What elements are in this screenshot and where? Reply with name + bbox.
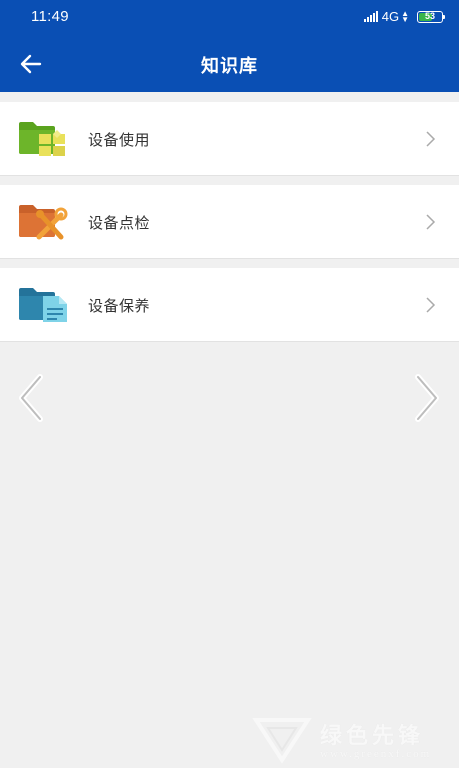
list-item-label: 设备使用	[88, 131, 151, 149]
watermark-text: 绿色先锋	[320, 724, 425, 749]
page-title: 知识库	[201, 56, 258, 77]
list-item-device-maintenance[interactable]: 设备保养	[0, 268, 459, 342]
watermark: 绿色先锋 www.greenxf.com	[250, 712, 455, 768]
folder-grid-icon	[19, 122, 65, 156]
watermark-url: www.greenxf.com	[320, 748, 432, 760]
battery-icon: 53	[417, 10, 445, 23]
status-indicators: 4G ▲ ▼ 53	[363, 8, 445, 24]
app-bar: 知识库	[0, 35, 459, 92]
chevron-left-icon[interactable]	[14, 373, 48, 423]
list-item-label: 设备点检	[88, 214, 151, 232]
folder-document-icon	[19, 288, 67, 322]
chevron-right-icon[interactable]	[410, 373, 444, 423]
list-item-label: 设备保养	[88, 297, 151, 315]
network-type: 4G	[381, 9, 400, 24]
list-item-device-usage[interactable]: 设备使用	[0, 102, 459, 176]
data-activity-icon: ▲ ▼	[401, 8, 409, 24]
status-bar: 11:49 4G ▲ ▼ 53	[0, 0, 459, 35]
chevron-right-icon	[426, 297, 436, 313]
watermark-logo-icon	[252, 718, 312, 764]
list-item-device-inspection[interactable]: 设备点检	[0, 185, 459, 259]
chevron-right-icon	[426, 131, 436, 147]
folder-tools-icon	[19, 205, 68, 240]
signal-icon	[363, 11, 378, 22]
status-time: 11:49	[31, 8, 69, 25]
knowledge-category-list: 设备使用 设备点检 设备保养	[0, 102, 459, 351]
chevron-right-icon	[426, 214, 436, 230]
battery-level: 53	[424, 10, 435, 21]
